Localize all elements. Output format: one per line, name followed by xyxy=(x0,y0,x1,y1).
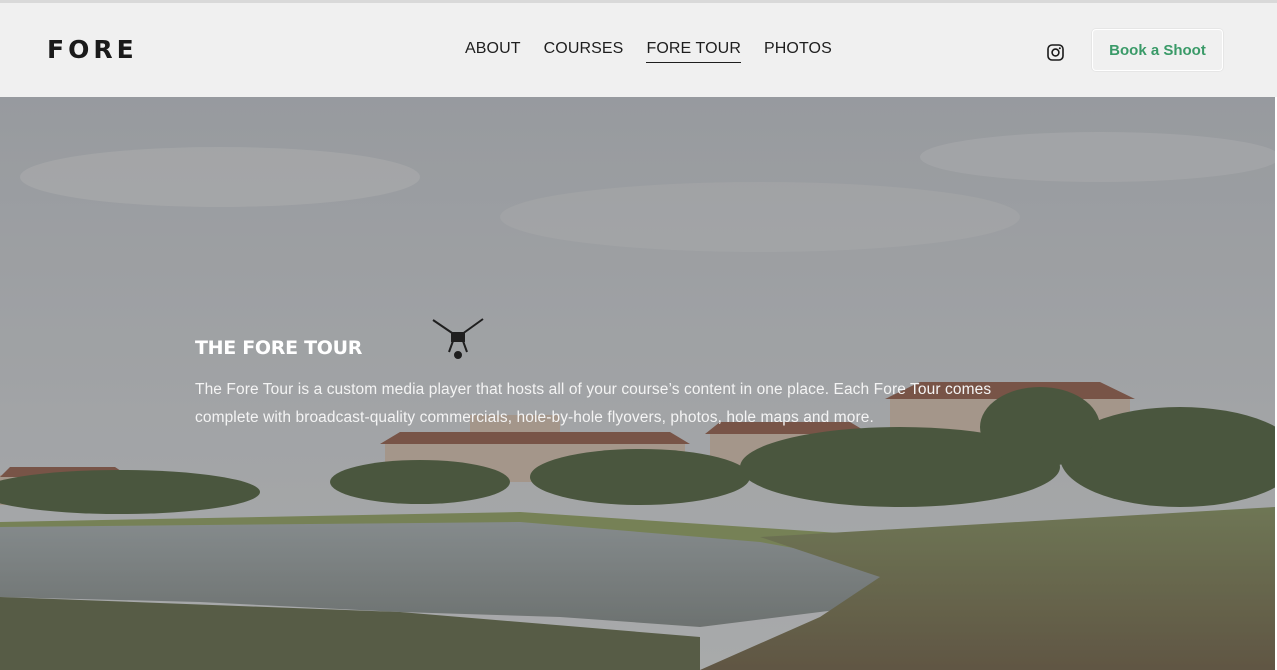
nav-courses[interactable]: COURSES xyxy=(544,39,624,63)
nav-photos[interactable]: PHOTOS xyxy=(764,39,832,63)
nav-fore-tour[interactable]: FORE TOUR xyxy=(646,39,741,63)
hero-description: The Fore Tour is a custom media player t… xyxy=(195,381,992,426)
main-nav: ABOUT COURSES FORE TOUR PHOTOS xyxy=(465,39,832,63)
nav-about[interactable]: ABOUT xyxy=(465,39,521,63)
book-a-shoot-button[interactable]: Book a Shoot xyxy=(1092,29,1223,71)
site-header: FORE ABOUT COURSES FORE TOUR PHOTOS Book… xyxy=(0,3,1277,97)
hero-title: THE FORE TOUR xyxy=(195,337,363,359)
site-logo[interactable]: FORE xyxy=(47,37,138,63)
hero-section: THE FORE TOUR The Fore Tour is a custom … xyxy=(0,97,1275,670)
instagram-icon[interactable] xyxy=(1047,44,1064,61)
